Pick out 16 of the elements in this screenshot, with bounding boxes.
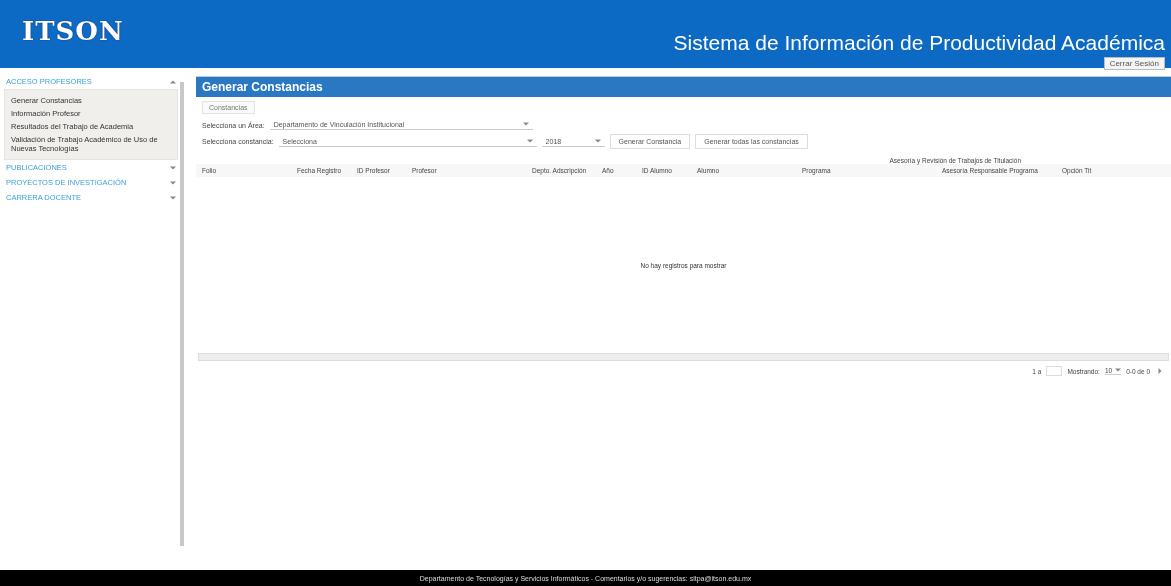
chevron-icon <box>170 164 176 171</box>
chevron-icon <box>170 194 176 201</box>
caret-icon <box>526 137 533 144</box>
app-title: Sistema de Información de Productividad Académica <box>673 31 1165 55</box>
next-arrow-icon <box>1157 367 1163 374</box>
scrollbar[interactable] <box>180 82 184 546</box>
page-input[interactable] <box>1046 366 1063 376</box>
caret-icon <box>1115 367 1122 373</box>
horizontal-scrollbar[interactable] <box>198 353 1169 361</box>
panel-title: Generar Constancias <box>196 77 1171 97</box>
logout-button[interactable]: Cerrar Sesión <box>1103 57 1165 70</box>
caret-icon <box>594 137 601 144</box>
caret-icon <box>522 121 529 127</box>
chevron-icon <box>170 78 176 85</box>
chevron-icon <box>170 179 176 186</box>
logo: ITSON <box>22 16 124 46</box>
